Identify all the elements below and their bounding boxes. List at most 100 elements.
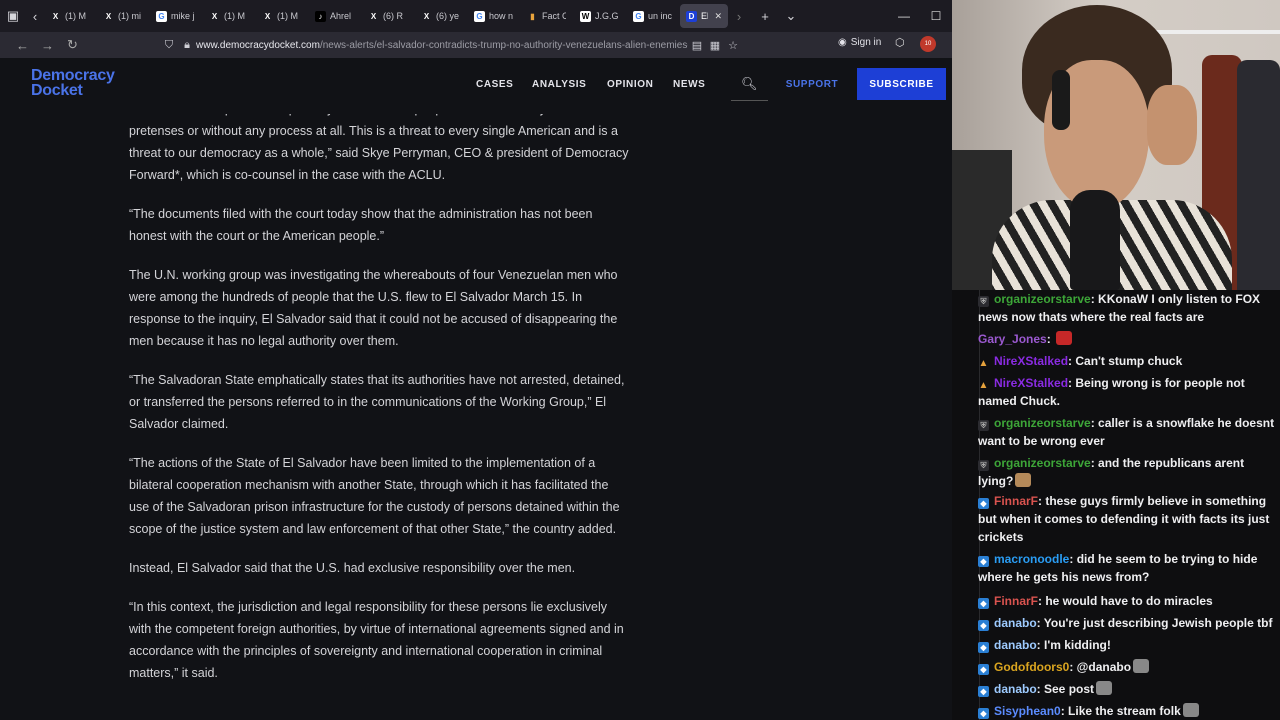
chat-username[interactable]: NireXStalked <box>994 354 1068 368</box>
mod-badge-icon[interactable]: ⛨ <box>978 460 989 471</box>
browser-tab[interactable]: Ghow n <box>468 4 519 28</box>
sub-badge-icon[interactable]: ◆ <box>978 686 989 697</box>
tab-bar: ▣ ‹ X (1) M X (1) mi Gmike j X (1) M X (1) M ♪ Ahr… <box>0 0 952 32</box>
article-paragraph: “The Salvadoran State emphatically state… <box>129 373 625 431</box>
chat-emote-icon[interactable] <box>1182 703 1199 717</box>
tab-overview-icon[interactable]: ▣ <box>0 0 26 32</box>
chat-username[interactable]: danabo <box>994 638 1037 652</box>
browser-tab[interactable]: ♪ Ahrel <box>309 4 360 28</box>
chat-message: ◆ FinnarF: these guys firmly believe in s… <box>978 492 1278 546</box>
chat-username[interactable]: danabo <box>994 682 1037 696</box>
vip-badge-icon[interactable]: ▲ <box>978 358 989 369</box>
browser-tab[interactable]: X (1) mi <box>97 4 148 28</box>
article-paragraph: The U.N. working group was investigating… <box>129 268 618 348</box>
sub-badge-icon[interactable]: ◆ <box>978 642 989 653</box>
chat-username[interactable]: Sisyphean0 <box>994 704 1061 718</box>
tab-label: mike j <box>171 11 195 21</box>
reload-icon[interactable]: ↻ <box>60 32 85 58</box>
search-icon[interactable]: 🔍︎ <box>741 76 758 92</box>
browser-tab[interactable]: Gmike j <box>150 4 201 28</box>
chat-emote-icon[interactable] <box>1133 659 1150 673</box>
chat-emote-icon[interactable] <box>1096 681 1113 695</box>
chat-username[interactable]: organizeorstarve <box>994 416 1091 430</box>
support-button[interactable]: SUPPORT <box>769 68 855 100</box>
browser-tab[interactable]: X (6) ye <box>415 4 466 28</box>
nav-analysis[interactable]: ANALYSIS <box>532 79 586 90</box>
tab-label: (6) R <box>383 11 403 21</box>
chat-username[interactable]: organizeorstarve <box>994 292 1091 306</box>
browser-tab[interactable]: X (1) M <box>256 4 307 28</box>
sub-badge-icon[interactable]: ◆ <box>978 620 989 631</box>
list-tabs-chevron-icon[interactable]: ⌄ <box>778 0 804 32</box>
sign-in-label: Sign in <box>850 37 882 48</box>
mod-badge-icon[interactable]: ⛨ <box>978 296 989 307</box>
back-icon[interactable]: ← <box>10 32 35 58</box>
tab-label: J.G.G. <box>595 11 619 21</box>
chat-message: Gary_Jones: <box>978 330 1278 348</box>
chat-username[interactable]: Gary_Jones <box>978 332 1047 346</box>
chat-username[interactable]: danabo <box>994 616 1037 630</box>
sub-badge-icon[interactable]: ◆ <box>978 556 989 567</box>
nav-cases[interactable]: CASES <box>476 79 513 90</box>
chat-text: : Can't stump chuck <box>1068 354 1183 368</box>
browser-tab[interactable]: W J.G.G. <box>574 4 625 28</box>
url-text[interactable]: www.democracydocket.com/news-alerts/el-s… <box>196 40 688 51</box>
chat-message: ◆ danabo: See post <box>978 680 1278 698</box>
wikipedia-icon: W <box>580 10 591 22</box>
chat-username[interactable]: NireXStalked <box>994 376 1068 390</box>
close-tab-icon[interactable]: ✕ <box>714 11 722 22</box>
bookmark-star-icon[interactable]: ☆ <box>724 39 742 52</box>
tab-label: (1) M <box>224 11 245 21</box>
sub-badge-icon[interactable]: ◆ <box>978 664 989 675</box>
address-bar[interactable]: ⛉ 🔒︎ www.democracydocket.com/news-alerts… <box>160 35 760 55</box>
screenshot-icon[interactable]: ▦ <box>706 39 724 52</box>
chat-emote-icon[interactable] <box>1015 473 1032 487</box>
nav-opinion[interactable]: OPINION <box>607 79 653 90</box>
chat-emote-icon[interactable] <box>1056 331 1073 345</box>
reader-view-icon[interactable]: ▤ <box>688 39 706 52</box>
vip-badge-icon[interactable]: ▲ <box>978 380 989 391</box>
lock-icon[interactable]: 🔒︎ <box>178 39 196 52</box>
sub-badge-icon[interactable]: ◆ <box>978 598 989 609</box>
chat-message: ◆ FinnarF: he would have to do miracles <box>978 592 1278 610</box>
chat-username[interactable]: FinnarF <box>994 594 1038 608</box>
browser-tab[interactable]: ▮ Fact C <box>521 4 572 28</box>
chat-message: ◆ danabo: You're just describing Jewish p… <box>978 614 1278 632</box>
browser-tab[interactable]: Gun inc <box>627 4 678 28</box>
sub-badge-icon[interactable]: ◆ <box>978 498 989 509</box>
tab-label: Fact C <box>542 11 566 21</box>
browser-window: ▣ ‹ X (1) M X (1) mi Gmike j X (1) M X (1) M ♪ Ahr… <box>0 0 952 720</box>
chat-message: ◆ danabo: I'm kidding! <box>978 636 1278 654</box>
tab-label: Ahrel <box>330 11 352 21</box>
chat-username[interactable]: organizeorstarve <box>994 456 1091 470</box>
tab-scroll-left-icon[interactable]: ‹ <box>26 0 44 32</box>
browser-tab[interactable]: D El S ✕ <box>680 4 728 28</box>
extension-badge-count: 10 <box>924 41 932 47</box>
browser-tab[interactable]: X (1) M <box>203 4 254 28</box>
new-tab-icon[interactable]: + <box>752 0 778 32</box>
tab-scroll-right-icon[interactable]: › <box>730 0 748 32</box>
chat-message: ◆ macronoodle: did he seem to be trying t… <box>978 550 1278 586</box>
democracy-docket-logo[interactable]: Democracy Docket <box>31 68 115 99</box>
chat-username[interactable]: macronoodle <box>994 552 1069 566</box>
sign-in-button[interactable]: ◉ Sign in <box>838 37 881 48</box>
browser-tab[interactable]: X (6) R <box>362 4 413 28</box>
bookmark-icon: ▮ <box>530 11 535 21</box>
chat-message: ▲ NireXStalked: Can't stump chuck <box>978 352 1278 370</box>
extensions-icon[interactable]: ⬡ <box>895 36 905 49</box>
nav-news[interactable]: NEWS <box>673 79 705 90</box>
mod-badge-icon[interactable]: ⛨ <box>978 420 989 431</box>
chat-username[interactable]: Godofdoors0 <box>994 660 1069 674</box>
tiktok-icon: ♪ <box>315 10 326 22</box>
google-icon: G <box>474 10 485 22</box>
chat-username[interactable]: FinnarF <box>994 494 1038 508</box>
subscribe-button[interactable]: SUBSCRIBE <box>857 68 946 100</box>
maximize-icon[interactable]: ☐ <box>920 0 952 32</box>
sub-badge-icon[interactable]: ◆ <box>978 708 989 719</box>
extension-badge-icon[interactable]: 10 <box>920 36 936 52</box>
minimize-icon[interactable]: — <box>888 0 920 32</box>
tab-label: (6) ye <box>436 11 460 21</box>
forward-icon[interactable]: → <box>35 32 60 58</box>
browser-tab[interactable]: X (1) M <box>44 4 95 28</box>
shield-icon[interactable]: ⛉ <box>160 39 178 52</box>
